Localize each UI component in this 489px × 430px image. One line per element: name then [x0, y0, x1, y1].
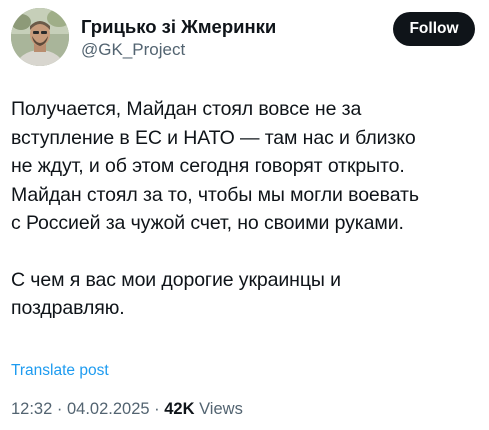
- display-name[interactable]: Грицько зі Жмеринки: [81, 16, 276, 38]
- tweet-meta: 12:32 · 04.02.2025 · 42K Views: [11, 400, 243, 419]
- avatar[interactable]: [11, 8, 69, 66]
- views-label: Views: [194, 400, 243, 418]
- tweet-text: Получается, Майдан стоял вовсе не за вст…: [11, 95, 481, 323]
- handle[interactable]: @GK_Project: [81, 39, 276, 61]
- profile-photo-icon: [11, 8, 69, 66]
- tweet-paragraph: Получается, Майдан стоял вовсе не за вст…: [11, 98, 419, 234]
- tweet-time[interactable]: 12:32: [11, 400, 52, 418]
- tweet-header: Грицько зі Жмеринки @GK_Project Follow: [11, 8, 475, 72]
- tweet-card: Грицько зі Жмеринки @GK_Project Follow П…: [0, 0, 489, 430]
- follow-button[interactable]: Follow: [393, 12, 475, 46]
- separator: ·: [149, 400, 165, 418]
- tweet-paragraph: С чем я вас мои дорогие украинцы и поздр…: [11, 268, 341, 320]
- separator: ·: [52, 400, 67, 418]
- translate-post-link[interactable]: Translate post: [11, 362, 109, 380]
- views-count[interactable]: 42K: [164, 400, 194, 418]
- tweet-date[interactable]: 04.02.2025: [67, 400, 150, 418]
- author-names: Грицько зі Жмеринки @GK_Project: [81, 16, 276, 61]
